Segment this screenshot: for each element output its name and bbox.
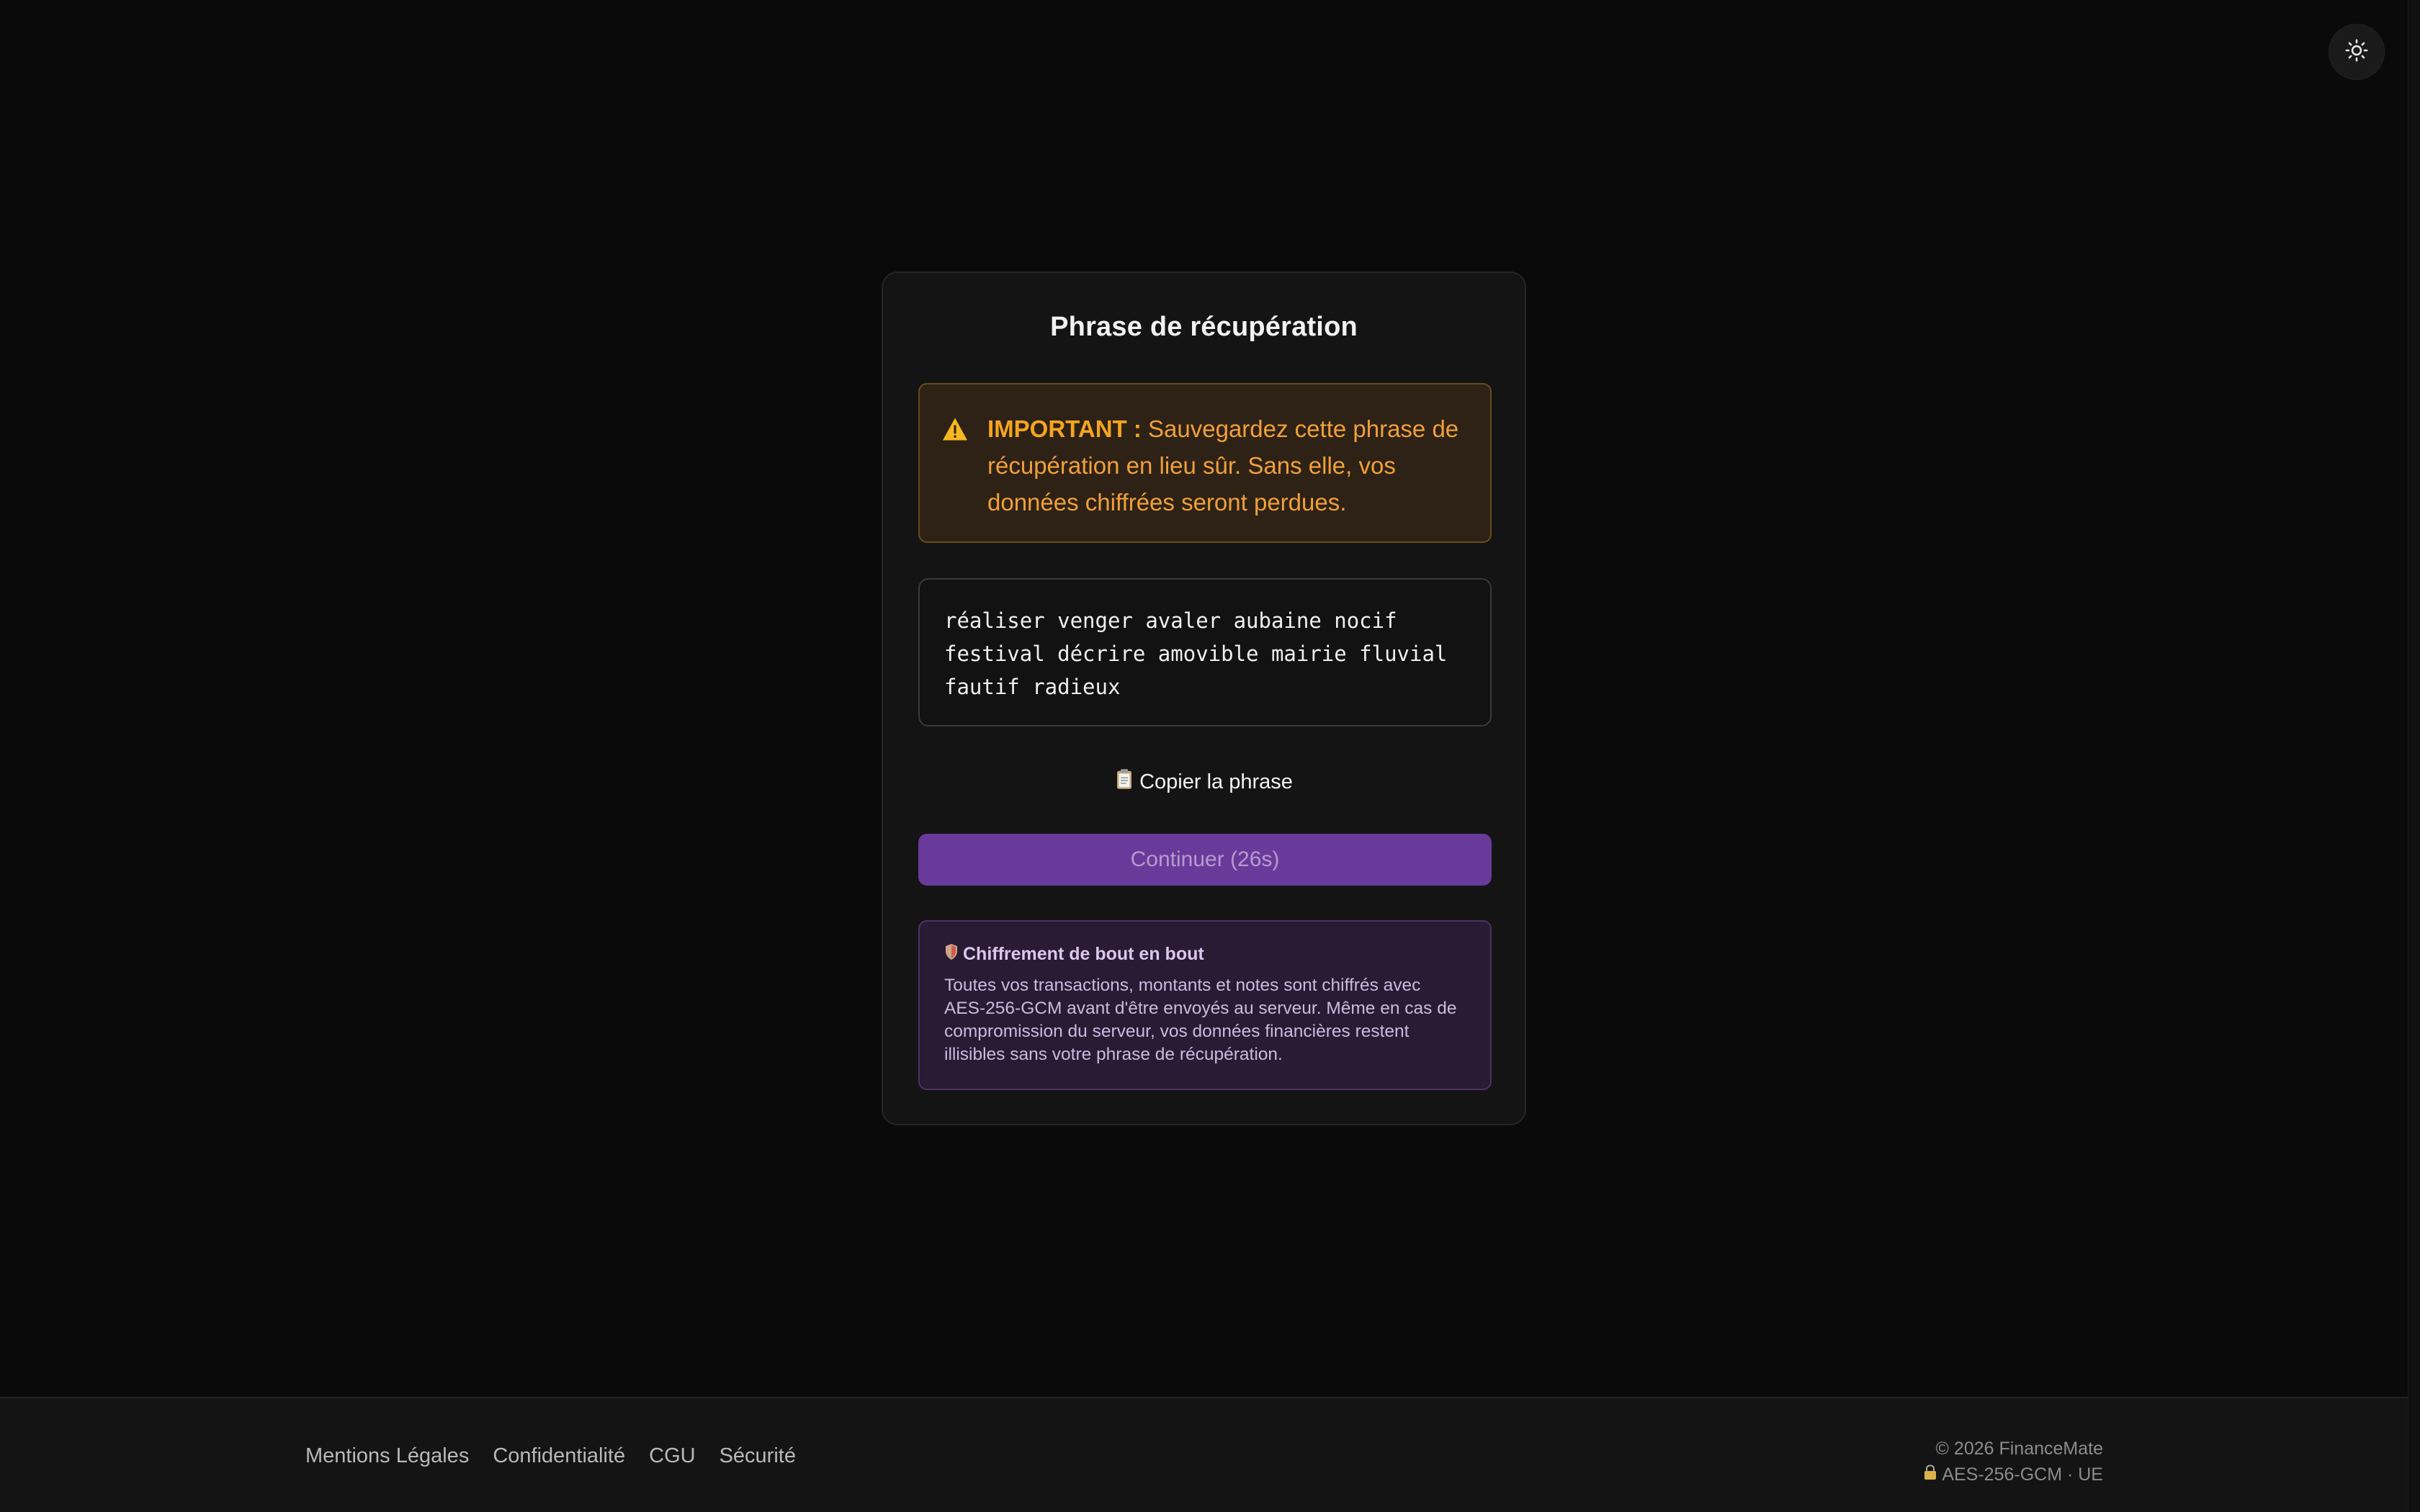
footer-meta: © 2026 FinanceMate AES-256-GCM · UE: [1923, 1436, 2103, 1488]
page: Phrase de récupération IMPORTANT : Sauve…: [0, 0, 2420, 1512]
encryption-info-box: Chiffrement de bout en bout Toutes vos t…: [918, 920, 1492, 1090]
footer-link-mentions-legales[interactable]: Mentions Légales: [305, 1444, 469, 1468]
shield-icon: [944, 943, 959, 966]
footer-link-confidentialite[interactable]: Confidentialité: [493, 1444, 625, 1468]
warning-label: IMPORTANT :: [987, 415, 1142, 442]
clipboard-icon: [1115, 768, 1134, 796]
lock-icon: [1923, 1462, 1937, 1488]
recovery-phrase-card: Phrase de récupération IMPORTANT : Sauve…: [882, 271, 1526, 1125]
copyright: © 2026 FinanceMate: [1935, 1439, 2103, 1459]
continue-button[interactable]: Continuer (26s): [918, 834, 1492, 886]
info-title: Chiffrement de bout en bout: [963, 944, 1204, 964]
sun-icon: [2344, 38, 2369, 66]
theme-toggle-button[interactable]: [2329, 24, 2385, 80]
warning-alert: IMPORTANT : Sauvegardez cette phrase de …: [918, 383, 1492, 543]
copy-phrase-button[interactable]: Copier la phrase: [883, 768, 1525, 796]
footer-link-cgu[interactable]: CGU: [649, 1444, 695, 1468]
footer-link-securite[interactable]: Sécurité: [720, 1444, 796, 1468]
footer-links: Mentions Légales Confidentialité CGU Séc…: [305, 1444, 796, 1468]
copy-phrase-label: Copier la phrase: [1139, 770, 1293, 793]
footer: Mentions Légales Confidentialité CGU Séc…: [0, 1397, 2408, 1512]
scrollbar[interactable]: [2408, 0, 2420, 1512]
recovery-phrase-display[interactable]: réaliser venger avaler aubaine nocif fes…: [918, 578, 1492, 726]
card-title: Phrase de récupération: [1050, 312, 1358, 342]
security-note: AES-256-GCM · UE: [1942, 1464, 2103, 1485]
warning-triangle-icon: [941, 415, 969, 451]
info-text: Toutes vos transactions, montants et not…: [944, 976, 1457, 1064]
